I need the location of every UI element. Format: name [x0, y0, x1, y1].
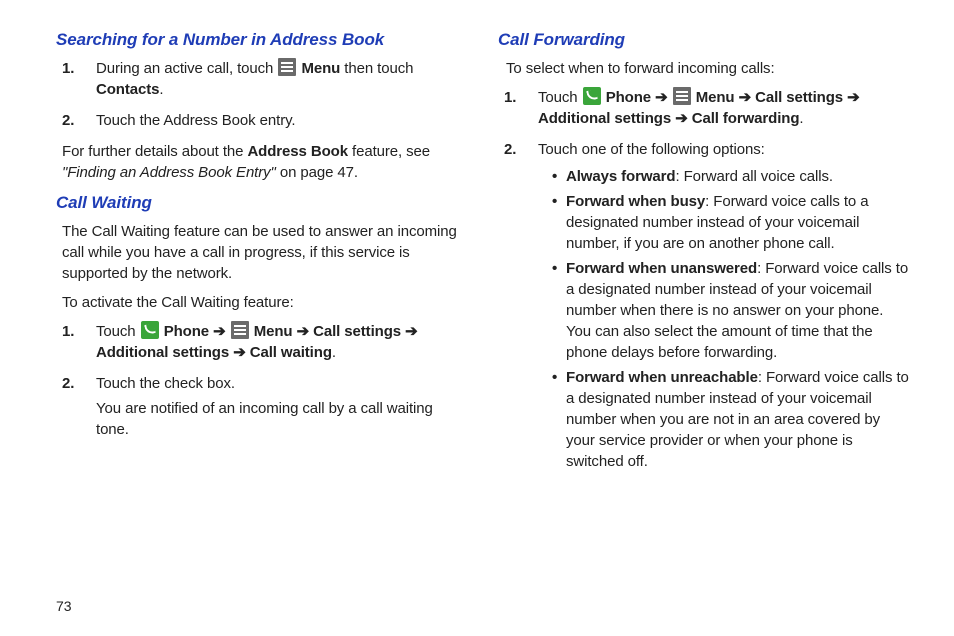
option-label: Forward when busy [566, 193, 705, 210]
right-column: Call Forwarding To select when to forwar… [498, 28, 910, 482]
list-item: 2. Touch one of the following options: A… [504, 139, 910, 472]
additional-settings-label: Additional settings [538, 110, 671, 127]
menu-icon [673, 87, 691, 105]
arrow-icon: ➔ [233, 344, 250, 361]
additional-settings-label: Additional settings [96, 344, 229, 361]
arrow-icon: ➔ [297, 323, 314, 340]
option-label: Always forward [566, 168, 675, 185]
step-number: 2. [62, 373, 74, 394]
step-lead: Touch one of the following options: [538, 141, 765, 158]
call-settings-label: Call settings [313, 323, 401, 340]
list-item: Forward when busy: Forward voice calls t… [552, 191, 910, 254]
call-forwarding-steps: 1. Touch Phone ➔ Menu ➔ Call settings ➔ … [504, 87, 910, 472]
option-label: Forward when unanswered [566, 260, 757, 277]
arrow-icon: ➔ [405, 323, 417, 340]
text: For further details about the [62, 143, 247, 160]
text: feature, see [348, 143, 430, 160]
arrow-icon: ➔ [675, 110, 692, 127]
step-text: During an active call, touch [96, 60, 277, 77]
period: . [159, 81, 163, 98]
option-label: Forward when unreachable [566, 369, 758, 386]
menu-label: Menu [254, 323, 293, 340]
call-settings-label: Call settings [755, 89, 843, 106]
call-waiting-steps: 1. Touch Phone ➔ Menu ➔ Call settings ➔ … [62, 321, 468, 440]
list-item: 1. During an active call, touch Menu the… [62, 58, 468, 100]
reference-link: "Finding an Address Book Entry" [62, 164, 276, 181]
period: . [799, 110, 803, 127]
contacts-label: Contacts [96, 81, 159, 98]
page-number: 73 [56, 598, 72, 614]
list-item: Forward when unanswered: Forward voice c… [552, 258, 910, 363]
text: Touch [538, 89, 582, 106]
step-number: 1. [504, 87, 516, 108]
step-number: 2. [504, 139, 516, 160]
arrow-icon: ➔ [847, 89, 859, 106]
text: Touch [96, 323, 140, 340]
call-waiting-label: Call waiting [250, 344, 332, 361]
list-item: 2. Touch the Address Book entry. [62, 110, 468, 131]
list-item: 1. Touch Phone ➔ Menu ➔ Call settings ➔ … [504, 87, 910, 129]
menu-icon [231, 321, 249, 339]
list-item: Always forward: Forward all voice calls. [552, 166, 910, 187]
call-forwarding-intro: To select when to forward incoming calls… [506, 58, 910, 79]
call-waiting-intro: The Call Waiting feature can be used to … [62, 221, 468, 284]
left-column: Searching for a Number in Address Book 1… [56, 28, 468, 482]
list-item: 1. Touch Phone ➔ Menu ➔ Call settings ➔ … [62, 321, 468, 363]
step-number: 1. [62, 321, 74, 342]
list-item: Forward when unreachable: Forward voice … [552, 367, 910, 472]
text: on page 47. [276, 164, 358, 181]
step-text: then touch [344, 60, 413, 77]
arrow-icon: ➔ [655, 89, 672, 106]
step-number: 1. [62, 58, 74, 79]
address-book-bold: Address Book [247, 143, 348, 160]
list-item: 2. Touch the check box. You are notified… [62, 373, 468, 440]
option-desc: : Forward all voice calls. [675, 168, 832, 185]
phone-label: Phone [164, 323, 209, 340]
address-book-footer: For further details about the Address Bo… [62, 141, 468, 183]
step-number: 2. [62, 110, 74, 131]
menu-icon [278, 58, 296, 76]
step-text: Touch the Address Book entry. [96, 112, 295, 129]
call-waiting-lead: To activate the Call Waiting feature: [62, 292, 468, 313]
step-text: Touch the check box. [96, 375, 235, 392]
menu-label: Menu [696, 89, 735, 106]
forwarding-options: Always forward: Forward all voice calls.… [538, 166, 910, 472]
phone-icon [141, 321, 159, 339]
arrow-icon: ➔ [213, 323, 230, 340]
arrow-icon: ➔ [739, 89, 756, 106]
heading-call-waiting: Call Waiting [56, 191, 468, 215]
call-forwarding-label: Call forwarding [692, 110, 800, 127]
page: Searching for a Number in Address Book 1… [0, 0, 954, 502]
phone-icon [583, 87, 601, 105]
heading-call-forwarding: Call Forwarding [498, 28, 910, 52]
step-note: You are notified of an incoming call by … [96, 398, 468, 440]
period: . [332, 344, 336, 361]
heading-searching: Searching for a Number in Address Book [56, 28, 468, 52]
menu-label: Menu [301, 60, 340, 77]
phone-label: Phone [606, 89, 651, 106]
searching-steps: 1. During an active call, touch Menu the… [62, 58, 468, 131]
